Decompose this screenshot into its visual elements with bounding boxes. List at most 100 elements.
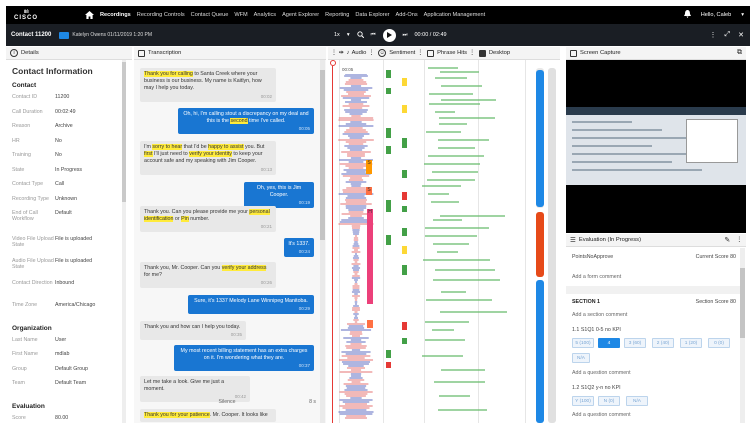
scroll-thumb[interactable] bbox=[320, 70, 325, 240]
phrase-hit-marker[interactable] bbox=[386, 235, 391, 245]
nav-add-ons[interactable]: Add-Ons bbox=[396, 12, 418, 18]
transcript-message[interactable]: Oh, yes, this is Jim Cooper. 00:19 bbox=[244, 182, 314, 209]
phrase-hit-marker[interactable] bbox=[402, 246, 407, 254]
screen-capture-view[interactable] bbox=[566, 60, 746, 233]
answer-option[interactable]: 1 (20) bbox=[680, 338, 702, 348]
scroll-thumb[interactable] bbox=[122, 62, 126, 202]
nav-wfm[interactable]: WFM bbox=[234, 12, 247, 18]
transcript-message[interactable]: My most recent billing statement has an … bbox=[174, 345, 314, 372]
sentiment-marker[interactable] bbox=[367, 320, 373, 328]
phrase-hit-marker[interactable] bbox=[386, 88, 391, 94]
answer-option[interactable]: N (0) bbox=[598, 396, 620, 406]
scroll-thumb[interactable] bbox=[740, 268, 745, 338]
transcript-message[interactable]: Oh, hi, I'm calling stout a discrepancy … bbox=[178, 108, 314, 135]
phrase-hit-marker[interactable] bbox=[402, 170, 407, 178]
transcript-message[interactable]: Thank you for calling to Santa Creek whe… bbox=[140, 68, 276, 102]
transcription-scrollbar[interactable] bbox=[320, 60, 325, 423]
phrase-hit-marker[interactable] bbox=[386, 200, 391, 212]
drag-handle-icon[interactable]: ⋮ bbox=[331, 50, 337, 56]
nav-reporting[interactable]: Reporting bbox=[325, 12, 349, 18]
transcript-message[interactable]: Thank you. Can you please provide me you… bbox=[140, 206, 276, 233]
evaluation-scrollbar[interactable] bbox=[740, 248, 745, 423]
desktop-app-segment[interactable] bbox=[536, 280, 544, 423]
add-form-comment[interactable]: Add a form comment bbox=[572, 274, 621, 280]
phrase-hit-marker[interactable] bbox=[386, 362, 391, 368]
skip-back-icon[interactable]: ⏮ bbox=[371, 32, 376, 39]
answer-option-na[interactable]: N/A bbox=[572, 353, 590, 363]
phrase-hit-marker[interactable] bbox=[402, 265, 407, 275]
phrase-hit-marker[interactable] bbox=[402, 138, 407, 148]
more-icon[interactable]: ⋮ bbox=[710, 31, 717, 39]
home-icon[interactable] bbox=[84, 10, 94, 20]
close-icon[interactable]: ✕ bbox=[738, 31, 744, 39]
nav-analytics[interactable]: Analytics bbox=[254, 12, 276, 18]
add-section-comment[interactable]: Add a section comment bbox=[572, 312, 627, 318]
phrase-hit-marker[interactable] bbox=[402, 192, 407, 200]
expand-icon[interactable]: ⤢ bbox=[725, 31, 731, 39]
column-add-icon[interactable]: ⇹ bbox=[339, 50, 344, 56]
phrase-hit-marker[interactable] bbox=[402, 206, 407, 212]
phrase-hits-track bbox=[386, 67, 507, 411]
add-question-comment[interactable]: Add a question comment bbox=[572, 412, 631, 418]
nav-agent-explorer[interactable]: Agent Explorer bbox=[282, 12, 319, 18]
more-icon[interactable]: ⋮ bbox=[469, 50, 475, 56]
cisco-logo[interactable]: ılıılı CISCO bbox=[10, 9, 42, 21]
popout-icon[interactable]: ⧉ bbox=[737, 49, 742, 57]
answer-option[interactable]: N/A bbox=[626, 396, 648, 406]
add-question-comment[interactable]: Add a question comment bbox=[572, 370, 631, 376]
desktop-app-segment[interactable] bbox=[536, 70, 544, 207]
answer-option[interactable]: 0 (0) bbox=[708, 338, 730, 348]
phrase-hit-marker[interactable] bbox=[402, 78, 407, 86]
transcript-message[interactable]: Thank you, Mr. Cooper. Can you verify yo… bbox=[140, 262, 276, 289]
answer-option-selected[interactable]: 4 bbox=[598, 338, 620, 348]
more-icon[interactable]: ⋮ bbox=[368, 50, 374, 56]
hold-marker[interactable]: H bbox=[367, 209, 373, 304]
edit-icon[interactable]: ✎ bbox=[724, 236, 730, 244]
sentiment-marker[interactable]: S bbox=[366, 160, 372, 174]
tab-phrase-hits[interactable]: Phrase Hits bbox=[437, 50, 467, 56]
more-icon[interactable]: ⋮ bbox=[417, 50, 423, 56]
answer-option[interactable]: 5 (100) bbox=[572, 338, 594, 348]
transcript-message[interactable]: I'm sorry to hear that I'd be happy to a… bbox=[140, 141, 276, 175]
phrase-hit-marker[interactable] bbox=[402, 338, 407, 344]
phrase-hit-marker[interactable] bbox=[386, 70, 391, 78]
transcript-message[interactable]: Thank you for your patience. Mr. Cooper.… bbox=[140, 409, 276, 423]
phrase-hit-marker[interactable] bbox=[386, 128, 391, 138]
nav-recording-controls[interactable]: Recording Controls bbox=[137, 12, 185, 18]
bell-icon[interactable] bbox=[683, 10, 691, 20]
audio-timeline[interactable]: 00:05 S S H bbox=[328, 60, 560, 423]
tab-desktop[interactable]: Desktop bbox=[489, 50, 510, 56]
user-greeting[interactable]: Hello, Caleb bbox=[701, 12, 731, 18]
playhead-icon[interactable] bbox=[330, 60, 336, 66]
phrase-hit-marker[interactable] bbox=[386, 146, 391, 154]
nav-application-management[interactable]: Application Management bbox=[424, 12, 486, 18]
playhead-line[interactable] bbox=[332, 66, 333, 423]
details-scrollbar[interactable] bbox=[122, 60, 126, 423]
playback-speed[interactable]: 1x bbox=[334, 32, 340, 38]
play-button[interactable] bbox=[382, 28, 396, 42]
answer-option[interactable]: 3 (60) bbox=[624, 338, 646, 348]
playback-time: 00:00 / 02:49 bbox=[414, 32, 447, 38]
tab-audio[interactable]: Audio bbox=[352, 50, 367, 56]
sentiment-marker[interactable]: S bbox=[366, 187, 372, 195]
answer-option[interactable]: Y (100) bbox=[572, 396, 594, 406]
nav-recordings[interactable]: Recordings bbox=[100, 12, 131, 18]
transcript-message[interactable]: Thank you and how can I help you today. … bbox=[140, 321, 246, 341]
phrase-hit-marker[interactable] bbox=[402, 322, 407, 330]
phrase-hit-marker[interactable] bbox=[386, 350, 391, 358]
transcript-message[interactable]: It's 1337. 00:24 bbox=[284, 238, 314, 258]
phrase-hit-marker[interactable] bbox=[402, 228, 407, 236]
detail-row: Recording Type Unknown bbox=[12, 195, 78, 202]
more-icon[interactable]: ⋮ bbox=[736, 237, 742, 243]
tab-sentiment[interactable]: Sentiment bbox=[389, 50, 415, 56]
answer-option[interactable]: 2 (40) bbox=[652, 338, 674, 348]
chevron-down-icon[interactable]: ▾ bbox=[347, 32, 350, 38]
chevron-down-icon[interactable]: ▾ bbox=[741, 12, 744, 18]
nav-data-explorer[interactable]: Data Explorer bbox=[355, 12, 389, 18]
transcript-message[interactable]: Sure, it's 1337 Melody Lane Winnipeg Man… bbox=[188, 295, 314, 315]
desktop-app-segment[interactable] bbox=[536, 212, 544, 277]
nav-contact-queue[interactable]: Contact Queue bbox=[191, 12, 229, 18]
zoom-icon[interactable] bbox=[356, 30, 364, 40]
skip-forward-icon[interactable]: ⏭ bbox=[403, 32, 408, 39]
phrase-hit-marker[interactable] bbox=[402, 105, 407, 113]
